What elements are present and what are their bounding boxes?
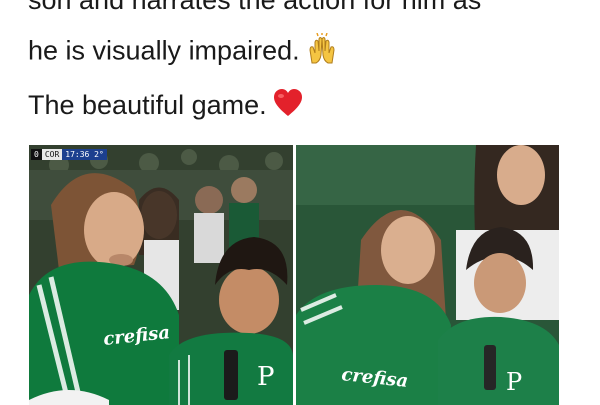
caption-line-3: The beautiful game. [28, 89, 303, 124]
scorebug-score: 0 [31, 149, 42, 160]
stadium-photo-right: crefisa P [296, 145, 559, 405]
caption-line-1: son and narrates the action for him as [28, 0, 482, 15]
stadium-scene-right: crefisa P [296, 145, 559, 405]
red-heart-icon [273, 89, 303, 124]
raised-hands-icon [306, 32, 338, 72]
tv-scorebug: 0 COR 17:36 2° [31, 149, 107, 160]
scorebug-team: COR [41, 149, 63, 160]
caption-line-2: he is visually impaired. [28, 32, 338, 72]
caption-line-2-text: he is visually impaired. [28, 35, 300, 66]
caption-line-3-text: The beautiful game. [28, 90, 267, 120]
stadium-photo-left: crefisa P 0 COR 17:36 2° [29, 145, 293, 405]
shirt-crest-text-left: P [257, 362, 275, 392]
scorebug-time: 17:36 2° [62, 149, 107, 160]
stadium-scene-left: crefisa P [29, 145, 293, 405]
